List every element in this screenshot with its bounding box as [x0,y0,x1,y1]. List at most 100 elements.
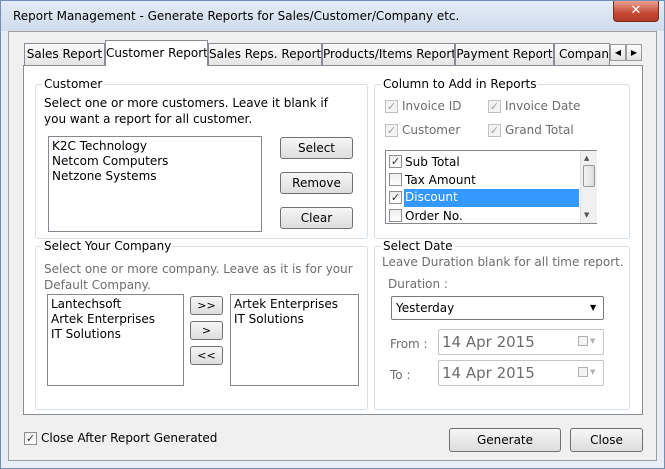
customer-group: Customer Select one or more customers. L… [35,77,368,239]
invoice-date-label: Invoice Date [505,99,581,113]
company-group: Select Your Company Select one or more c… [35,239,368,410]
close-after-report-label: Close After Report Generated [41,431,218,445]
customer-column-checkbox[interactable]: ✓ [385,124,398,137]
list-item[interactable]: Netcom Computers [49,154,261,169]
tab-scroll-left-button[interactable]: ◀ [610,44,626,61]
customer-group-title: Customer [42,77,105,91]
company-hint-line1: Select one or more company. Leave as it … [44,262,353,276]
list-item[interactable]: K2C Technology [49,137,261,154]
tab-products-items-report[interactable]: Products/Items Report [322,43,455,65]
remove-customer-button[interactable]: Remove [280,172,353,194]
check-icon: ✓ [489,124,500,137]
duration-label: Duration : [388,277,448,291]
grand-total-label: Grand Total [505,123,574,137]
add-company-button[interactable]: > [190,321,223,340]
select-customer-button[interactable]: Select [280,137,353,159]
calendar-icon[interactable] [578,336,588,346]
from-date-picker[interactable]: 14 Apr 2015 ▼ [438,329,604,355]
company-hint-line2: Default Company. [44,278,151,292]
invoice-id-checkbox[interactable]: ✓ [385,100,398,113]
close-icon: ✕ [630,3,642,18]
list-item[interactable]: Netzone Systems [49,169,261,184]
client-area: Sales Report Customer Report Sales Reps.… [8,31,657,461]
columns-scrollbar[interactable]: ▲ ▼ [580,151,597,223]
tax-amount-checkbox[interactable] [389,173,402,186]
tab-customer-report[interactable]: Customer Report [105,40,208,66]
duration-value: Yesterday [396,301,455,315]
close-after-report-checkbox[interactable]: ✓ [24,432,37,445]
arrow-right-icon: ▶ [630,48,638,57]
tab-label: Customer Report [106,46,208,60]
list-item[interactable]: IT Solutions [48,327,183,342]
customer-hint-line2: you want a report for all customer. [44,112,253,126]
check-icon: ✓ [390,191,401,204]
scrollbar-thumb[interactable] [583,165,595,187]
date-group: Select Date Leave Duration blank for all… [374,239,630,410]
list-item-selected[interactable]: ✓ Discount [388,189,579,207]
clear-customer-button[interactable]: Clear [280,207,353,229]
chevron-down-icon[interactable]: ▼ [590,368,595,376]
generate-button[interactable]: Generate [449,428,561,452]
to-date-value: 14 Apr 2015 [442,364,535,382]
chevron-down-icon[interactable]: ▼ [590,337,595,345]
list-item[interactable]: Artek Enterprises [231,295,358,312]
calendar-icon[interactable] [578,367,588,377]
list-item[interactable]: ✓ Sub Total [388,153,579,171]
list-item[interactable]: Order No. [388,207,579,225]
check-icon: ✓ [386,124,397,137]
sub-total-label: Sub Total [405,155,460,169]
tab-company[interactable]: Company [554,43,610,65]
list-item[interactable]: Lantechsoft [48,295,183,312]
customer-hint-line1: Select one or more customers. Leave it b… [44,96,328,110]
columns-checklist[interactable]: ✓ Sub Total Tax Amount ✓ Discount Order … [385,150,597,224]
tab-label: Sales Reps. Report [209,47,322,61]
window-title: Report Management - Generate Reports for… [13,9,460,23]
check-icon: ✓ [390,155,401,168]
report-management-window: Report Management - Generate Reports for… [0,0,665,469]
selected-company-listbox[interactable]: Artek Enterprises IT Solutions [230,294,359,386]
add-all-company-button[interactable]: >> [190,296,223,315]
to-label: To : [390,368,411,382]
columns-group-title: Column to Add in Reports [381,77,539,91]
discount-checkbox[interactable]: ✓ [389,191,402,204]
company-group-title: Select Your Company [42,239,174,253]
list-item[interactable]: Artek Enterprises [48,312,183,327]
from-label: From : [390,337,428,351]
order-no-label: Order No. [405,209,463,223]
tab-label: Sales Report [26,47,103,61]
arrow-down-icon[interactable]: ▼ [584,211,589,219]
discount-label: Discount [404,189,579,207]
remove-all-company-button[interactable]: << [190,346,223,365]
invoice-date-checkbox[interactable]: ✓ [488,100,501,113]
customer-report-page: Customer Select one or more customers. L… [23,65,643,415]
to-date-picker[interactable]: 14 Apr 2015 ▼ [438,360,604,386]
tab-sales-report[interactable]: Sales Report [24,43,105,65]
check-icon: ✓ [489,100,500,113]
tab-label: Payment Report [456,47,553,61]
grand-total-checkbox[interactable]: ✓ [488,124,501,137]
tab-label: Company [559,47,609,61]
invoice-id-label: Invoice ID [402,99,462,113]
close-button[interactable]: Close [570,428,643,452]
columns-group: Column to Add in Reports ✓ Invoice ID ✓ … [374,77,630,239]
window-close-button[interactable]: ✕ [613,1,659,22]
sub-total-checkbox[interactable]: ✓ [389,155,402,168]
arrow-up-icon[interactable]: ▲ [584,154,589,162]
chevron-down-icon[interactable]: ▼ [590,303,596,312]
check-icon: ✓ [25,432,36,445]
list-item[interactable]: Tax Amount [388,171,579,189]
list-item[interactable]: IT Solutions [231,312,358,327]
duration-dropdown[interactable]: Yesterday ▼ [391,296,604,320]
available-company-listbox[interactable]: Lantechsoft Artek Enterprises IT Solutio… [47,294,184,386]
title-bar[interactable]: Report Management - Generate Reports for… [1,1,664,31]
date-hint: Leave Duration blank for all time report… [382,255,624,269]
customer-listbox[interactable]: K2C Technology Netcom Computers Netzone … [48,136,262,232]
tab-label: Products/Items Report [323,47,455,61]
tab-payment-report[interactable]: Payment Report [455,43,554,65]
check-icon: ✓ [386,100,397,113]
tax-amount-label: Tax Amount [405,173,476,187]
tab-scroll-right-button[interactable]: ▶ [626,44,642,61]
arrow-left-icon: ◀ [614,48,622,57]
tab-sales-reps-report[interactable]: Sales Reps. Report [208,43,322,65]
order-no-checkbox[interactable] [389,209,402,222]
